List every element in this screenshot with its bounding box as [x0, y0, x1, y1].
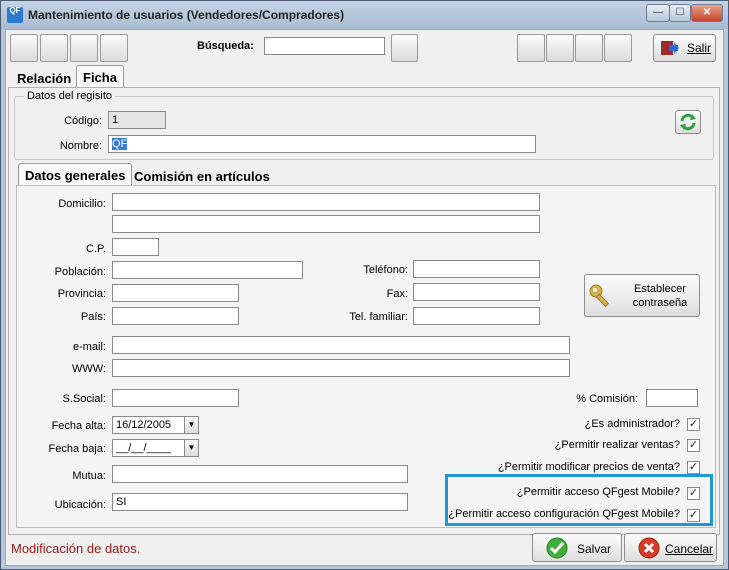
search-input[interactable]: [264, 37, 385, 55]
tab-datos-generales[interactable]: Datos generales: [18, 163, 133, 186]
main-window: QF Mantenimiento de usuarios (Vendedores…: [0, 0, 729, 570]
tel-familiar-label: Tel. familiar:: [349, 311, 408, 323]
codigo-field: 1: [108, 111, 166, 129]
pais-label: País:: [80, 311, 106, 323]
refresh-button[interactable]: [675, 110, 701, 134]
acceso-mobile-label: ¿Permitir acceso QFgest Mobile?: [516, 486, 680, 498]
tab-relacion[interactable]: Relación: [11, 67, 77, 89]
nombre-label: Nombre:: [59, 140, 102, 152]
ubicacion-field[interactable]: SI: [112, 493, 408, 511]
tel-familiar-field[interactable]: [413, 307, 540, 325]
search-button[interactable]: [391, 34, 418, 62]
exit-button[interactable]: Salir: [653, 34, 716, 62]
refresh-icon: [680, 113, 696, 131]
tab-ficha[interactable]: Ficha: [76, 65, 124, 88]
modificar-precios-checkbox[interactable]: ✓: [687, 461, 700, 474]
cancel-circle-icon: [638, 537, 660, 559]
comision-label: % Comisión:: [576, 393, 638, 405]
realizar-ventas-checkbox[interactable]: ✓: [687, 439, 700, 452]
www-label: WWW:: [71, 363, 106, 375]
client-area: Búsqueda: Salir Relación Ficha Datos del…: [5, 29, 724, 566]
domicilio-field-2[interactable]: [112, 215, 540, 233]
acceso-mobile-checkbox[interactable]: ✓: [687, 487, 700, 500]
last-record-button[interactable]: [100, 34, 128, 62]
search-label: Búsqueda:: [197, 40, 254, 52]
codigo-label: Código:: [64, 115, 102, 127]
cp-label: C.P.: [86, 243, 106, 255]
poblacion-field[interactable]: [112, 261, 303, 279]
realizar-ventas-label: ¿Permitir realizar ventas?: [554, 439, 680, 451]
edit-record-button[interactable]: [546, 34, 574, 62]
fecha-baja-label: Fecha baja:: [48, 443, 106, 455]
email-label: e-mail:: [72, 341, 106, 353]
cp-field[interactable]: [112, 238, 159, 256]
cancel-label: Cancelar: [665, 542, 714, 556]
tab-comision-articulos[interactable]: Comisión en artículos: [128, 165, 276, 187]
delete-record-button[interactable]: [575, 34, 603, 62]
save-button[interactable]: Salvar: [532, 533, 622, 562]
provincia-label: Provincia:: [57, 288, 106, 300]
comision-field[interactable]: [646, 389, 698, 407]
minimize-button[interactable]: —: [646, 4, 670, 22]
first-record-button[interactable]: [10, 34, 38, 62]
ubicacion-label: Ubicación:: [54, 499, 106, 511]
set-password-button[interactable]: Establecer contraseña: [584, 274, 700, 317]
email-field[interactable]: [112, 336, 570, 354]
fecha-baja-dropdown-icon[interactable]: ▼: [184, 439, 199, 457]
set-password-label: Establecer contraseña: [632, 283, 688, 309]
es-administrador-checkbox[interactable]: ✓: [687, 418, 700, 431]
new-record-button[interactable]: [517, 34, 545, 62]
domicilio-label: Domicilio:: [58, 198, 106, 210]
es-administrador-label: ¿Es administrador?: [584, 418, 680, 430]
cancel-button[interactable]: Cancelar: [624, 533, 717, 562]
maximize-button[interactable]: ☐: [669, 4, 691, 22]
checkmark-circle-icon: [546, 537, 568, 559]
seguridad-social-field[interactable]: [112, 389, 239, 407]
next-record-button[interactable]: [70, 34, 98, 62]
provincia-field[interactable]: [112, 284, 239, 302]
pais-field[interactable]: [112, 307, 239, 325]
save-label: Salvar: [577, 542, 612, 556]
status-message: Modificación de datos.: [11, 541, 141, 556]
exit-label: Salir: [687, 41, 712, 55]
key-icon: [589, 284, 610, 308]
print-button[interactable]: [604, 34, 632, 62]
title-bar: QF Mantenimiento de usuarios (Vendedores…: [1, 1, 728, 29]
mutua-label: Mutua:: [72, 470, 106, 482]
app-logo-icon: QF: [7, 7, 23, 23]
nombre-field[interactable]: QF: [108, 135, 536, 153]
exit-door-icon: [661, 41, 679, 55]
fecha-alta-label: Fecha alta:: [51, 420, 106, 432]
modificar-precios-label: ¿Permitir modificar precios de venta?: [497, 461, 680, 473]
www-field[interactable]: [112, 359, 570, 377]
fecha-baja-field[interactable]: __/__/____: [112, 439, 185, 457]
nombre-selected-text: QF: [112, 138, 128, 150]
close-window-button[interactable]: ✕: [691, 4, 723, 22]
fecha-alta-field[interactable]: 16/12/2005: [112, 416, 185, 434]
telefono-label: Teléfono:: [363, 264, 408, 276]
domicilio-field-1[interactable]: [112, 193, 540, 211]
poblacion-label: Población:: [54, 266, 106, 278]
mutua-field[interactable]: [112, 465, 408, 483]
fax-field[interactable]: [413, 283, 540, 301]
registry-group-title: Datos del regisito: [24, 90, 115, 102]
acceso-config-mobile-checkbox[interactable]: ✓: [687, 509, 700, 522]
telefono-field[interactable]: [413, 260, 540, 278]
acceso-config-mobile-label: ¿Permitir acceso configuración QFgest Mo…: [448, 508, 680, 520]
fax-label: Fax:: [386, 288, 408, 300]
seguridad-social-label: S.Social:: [62, 393, 106, 405]
fecha-alta-dropdown-icon[interactable]: ▼: [184, 416, 199, 434]
window-title: Mantenimiento de usuarios (Vendedores/Co…: [28, 8, 345, 22]
prev-record-button[interactable]: [40, 34, 68, 62]
